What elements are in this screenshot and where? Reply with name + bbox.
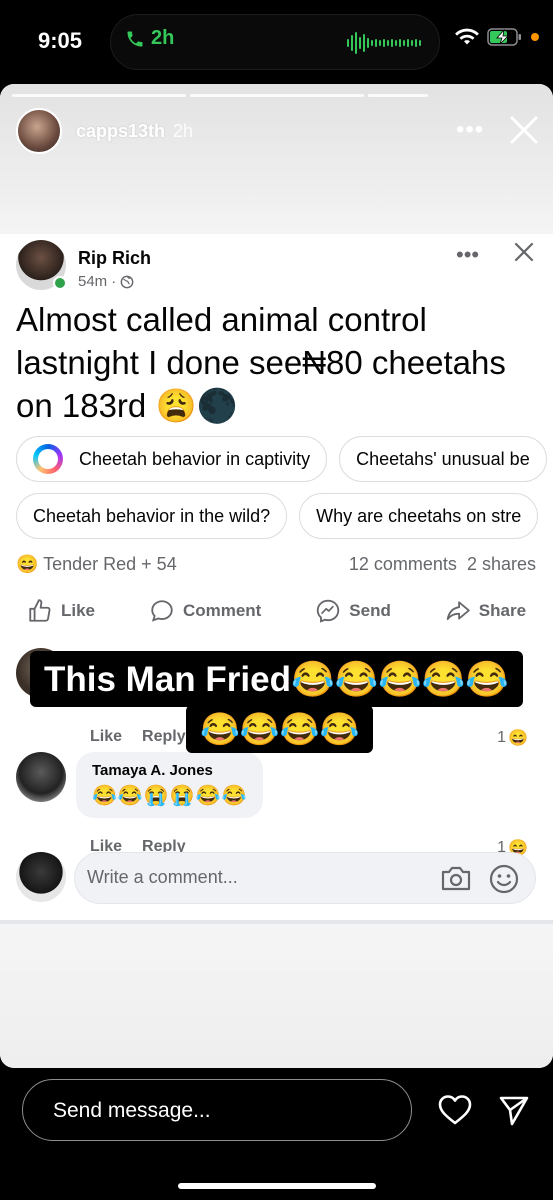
audio-wave-icon: [347, 32, 421, 54]
suggestion-chip[interactable]: Cheetah behavior in the wild?: [16, 493, 288, 539]
messenger-icon: [317, 599, 340, 623]
ai-suggestion-row: Cheetah behavior in captivity Cheetahs' …: [16, 436, 553, 482]
globe-icon: [120, 275, 134, 288]
story-username[interactable]: capps13th: [76, 121, 165, 141]
comment-reaction[interactable]: 1 😄: [497, 728, 528, 748]
post-close-icon[interactable]: [512, 240, 536, 264]
suggestion-chip[interactable]: Cheetahs' unusual be: [339, 436, 547, 482]
post-text: Almost called animal control lastnight I…: [16, 301, 506, 424]
suggestion-chip[interactable]: Cheetah behavior in captivity: [16, 436, 328, 482]
paper-plane-icon[interactable]: [498, 1094, 530, 1126]
reactions-label: Tender Red + 54: [43, 554, 177, 574]
progress-segment: [12, 94, 186, 97]
like-button[interactable]: Like: [27, 598, 95, 624]
story-bottom-area: [0, 924, 553, 1068]
story-progress: [12, 94, 542, 97]
dynamic-island[interactable]: 2h: [110, 14, 440, 70]
story-viewer[interactable]: capps13th 2h ••• Rip Rich 54m · ••• Almost…: [0, 84, 553, 1068]
author-avatar[interactable]: [16, 240, 67, 290]
post-author[interactable]: Rip Rich: [78, 248, 151, 269]
commenter-name[interactable]: Tamaya A. Jones: [92, 762, 247, 779]
online-indicator: [53, 276, 67, 290]
comment-item: Tamaya A. Jones 😂😂😭😭😂😂 Like Reply 1 😄: [16, 752, 536, 862]
heart-icon[interactable]: [438, 1094, 472, 1126]
story-close-icon[interactable]: [508, 114, 540, 146]
haha-reaction-icon: 😄: [16, 554, 39, 574]
comments-count[interactable]: 12 comments: [349, 554, 457, 574]
commenter-avatar[interactable]: [16, 752, 66, 802]
camera-icon[interactable]: [440, 864, 472, 892]
reaction-summary[interactable]: 😄 Tender Red + 54 12 comments 2 shares: [16, 554, 536, 575]
thumbs-up-icon: [29, 599, 51, 622]
send-button[interactable]: Send: [315, 598, 391, 624]
story-more-icon[interactable]: •••: [456, 116, 484, 144]
call-indicator: 2h: [125, 27, 174, 50]
story-avatar[interactable]: [16, 108, 62, 154]
status-time: 9:05: [38, 28, 83, 53]
call-duration: 2h: [151, 27, 175, 49]
send-message-input[interactable]: Send message...: [22, 1079, 412, 1141]
suggestion-chip[interactable]: Why are cheetahs on stre: [299, 493, 539, 539]
story-header[interactable]: capps13th 2h: [16, 108, 193, 154]
post-time: 54m: [78, 273, 108, 290]
comment-composer: Write a comment...: [16, 852, 536, 904]
privacy-indicator-dot: [531, 33, 539, 41]
viewer-avatar: [16, 852, 66, 902]
ai-suggestion-row: Cheetah behavior in the wild? Why are ch…: [16, 493, 553, 539]
comment-button[interactable]: Comment: [149, 598, 261, 624]
meta-ai-icon: [33, 444, 63, 474]
facebook-post: Rip Rich 54m · ••• Almost called animal c…: [0, 234, 553, 924]
home-indicator: [178, 1183, 376, 1189]
share-button[interactable]: Share: [445, 598, 526, 624]
phone-icon: [127, 31, 143, 46]
story-top-area: capps13th 2h •••: [0, 84, 553, 234]
battery-charging-icon: [487, 28, 521, 46]
comment-actions: Like Reply: [90, 728, 186, 746]
comment-bubble: Tamaya A. Jones 😂😂😭😭😂😂: [76, 752, 264, 818]
progress-segment: [368, 94, 428, 97]
comment-text: 😂😂😭😭😂😂: [92, 785, 248, 807]
post-meta: 54m ·: [78, 273, 151, 290]
status-icons: [455, 28, 539, 46]
comment-bubble-icon: [151, 600, 173, 622]
post-more-icon[interactable]: •••: [456, 242, 479, 268]
progress-segment: [190, 94, 364, 97]
shares-count[interactable]: 2 shares: [467, 554, 536, 574]
share-arrow-icon: [446, 601, 470, 621]
haha-reaction-icon: 😄: [508, 730, 528, 747]
post-actions: Like Comment Send Share: [0, 598, 553, 624]
status-bar: 9:05 2h: [0, 0, 553, 84]
story-caption-line-1: This Man Fried😂😂😂😂😂: [30, 651, 523, 707]
wifi-icon: [455, 28, 479, 45]
comment-reply-button[interactable]: Reply: [142, 728, 186, 746]
comment-like-button[interactable]: Like: [90, 728, 122, 746]
post-header: Rip Rich 54m ·: [16, 240, 151, 290]
emoji-icon[interactable]: [488, 863, 520, 895]
story-age: 2h: [173, 120, 194, 141]
story-caption-line-2: 😂😂😂😂: [186, 705, 374, 753]
